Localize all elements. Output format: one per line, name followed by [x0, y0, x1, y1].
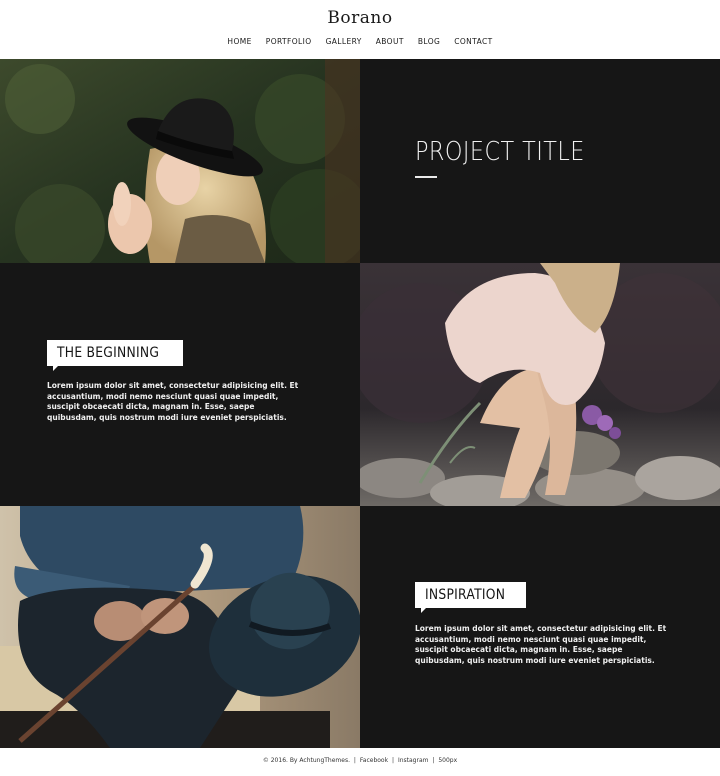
footer-copyright: © 2016. By AchtungThemes. — [262, 757, 350, 764]
project-title: PROJECT TITLE — [415, 137, 585, 167]
photo-man-cane — [0, 506, 360, 748]
title-divider — [415, 176, 437, 178]
beginning-heading-tag: THE BEGINNING — [47, 340, 184, 371]
site-footer: © 2016. By AchtungThemes. | Facebook | I… — [0, 748, 720, 776]
photo-woman-rocks-image — [360, 263, 720, 506]
site-logo[interactable]: Borano — [0, 8, 720, 28]
portfolio-grid: PROJECT TITLE THE BEGINNING Lorem ipsum … — [0, 59, 720, 748]
footer-separator: | — [392, 757, 395, 764]
beginning-text: Lorem ipsum dolor sit amet, consectetur … — [47, 381, 299, 422]
project-title-panel: PROJECT TITLE — [360, 59, 720, 263]
site-header: Borano HOME PORTFOLIO GALLERY ABOUT BLOG… — [0, 0, 720, 59]
footer-separator: | — [353, 757, 356, 764]
beginning-panel: THE BEGINNING Lorem ipsum dolor sit amet… — [0, 263, 360, 506]
nav-contact[interactable]: CONTACT — [447, 37, 499, 46]
inspiration-panel: INSPIRATION Lorem ipsum dolor sit amet, … — [360, 506, 720, 748]
footer-link-500px[interactable]: 500px — [438, 757, 457, 764]
inspiration-text: Lorem ipsum dolor sit amet, consectetur … — [415, 624, 667, 665]
beginning-heading: THE BEGINNING — [57, 345, 160, 361]
photo-man-cane-image — [0, 506, 360, 748]
nav-home[interactable]: HOME — [220, 37, 258, 46]
footer-separator: | — [432, 757, 435, 764]
inspiration-heading: INSPIRATION — [425, 587, 506, 603]
nav-blog[interactable]: BLOG — [411, 37, 447, 46]
nav-portfolio[interactable]: PORTFOLIO — [259, 37, 319, 46]
footer-link-instagram[interactable]: Instagram — [398, 757, 429, 764]
main-nav: HOME PORTFOLIO GALLERY ABOUT BLOG CONTAC… — [0, 37, 720, 46]
inspiration-heading-tag: INSPIRATION — [415, 582, 527, 613]
photo-woman-hat-image — [0, 59, 360, 263]
photo-woman-hat — [0, 59, 360, 263]
photo-woman-rocks — [360, 263, 720, 506]
footer-link-facebook[interactable]: Facebook — [360, 757, 388, 764]
nav-about[interactable]: ABOUT — [369, 37, 411, 46]
nav-gallery[interactable]: GALLERY — [319, 37, 369, 46]
